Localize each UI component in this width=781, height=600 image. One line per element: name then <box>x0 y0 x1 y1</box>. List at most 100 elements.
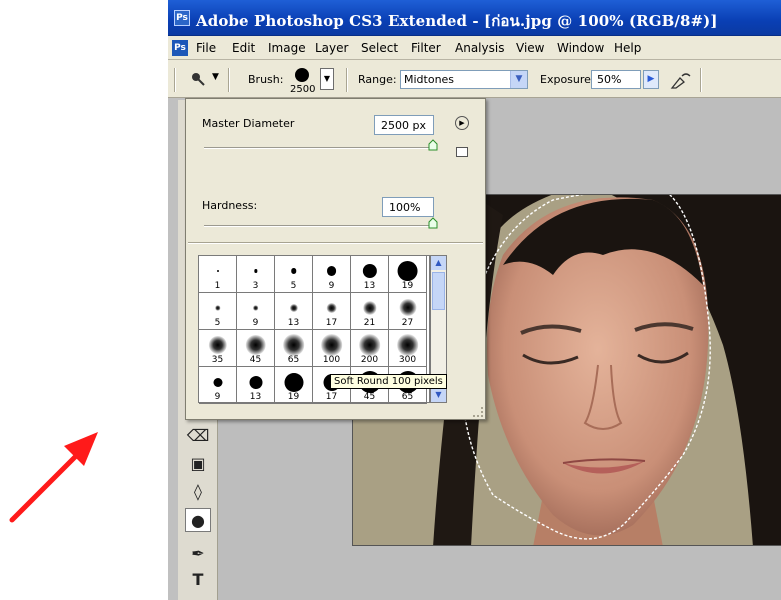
brush-preset-cell[interactable]: 65 <box>275 330 313 367</box>
pen-tool-icon[interactable]: ✒ <box>185 542 211 566</box>
brush-tip-preview <box>249 375 262 389</box>
scroll-up-icon[interactable]: ▲ <box>431 256 446 270</box>
new-preset-icon[interactable] <box>456 147 468 157</box>
menu-window[interactable]: Window <box>557 41 604 55</box>
brush-preset-cell[interactable]: 9 <box>199 367 237 404</box>
brush-tooltip: Soft Round 100 pixels <box>330 374 447 389</box>
menu-edit[interactable]: Edit <box>232 41 255 55</box>
brush-preset-cell[interactable]: 5 <box>275 256 313 293</box>
brush-preset-size: 5 <box>214 318 221 328</box>
menu-filter[interactable]: Filter <box>411 41 441 55</box>
separator <box>228 68 230 92</box>
menu-layer[interactable]: Layer <box>315 41 348 55</box>
blur-tool-icon[interactable]: ◊ <box>185 480 211 504</box>
brush-preset-cell[interactable]: 300 <box>389 330 427 367</box>
type-tool-icon[interactable]: T <box>185 568 211 592</box>
brush-size-label: 2500 <box>290 84 316 95</box>
brush-tip-preview <box>397 260 418 282</box>
brush-preset-cell[interactable]: 5 <box>199 293 237 330</box>
brush-preset-cell[interactable]: 19 <box>389 256 427 293</box>
brush-tip-preview <box>358 334 381 356</box>
brush-preset-cell[interactable]: 9 <box>237 293 275 330</box>
exposure-label: Exposure: <box>540 73 595 86</box>
brush-tip-preview <box>396 334 419 356</box>
brush-preset-cell[interactable]: 45 <box>237 330 275 367</box>
brush-tip-preview <box>290 268 297 274</box>
brush-tip-preview <box>252 305 259 311</box>
brush-tip-preview <box>253 269 258 273</box>
scroll-down-icon[interactable]: ▼ <box>431 388 446 402</box>
photoshop-app-icon: Ps <box>174 10 190 26</box>
brush-tip-preview <box>326 266 337 276</box>
brush-tip-preview <box>362 263 377 279</box>
brush-preset-cell[interactable]: 19 <box>275 367 313 404</box>
brush-preset-cell[interactable]: 35 <box>199 330 237 367</box>
brush-preset-size: 1 <box>214 281 221 291</box>
options-grip <box>174 68 176 92</box>
brush-preset-size: 45 <box>363 392 376 402</box>
brush-preset-size: 17 <box>325 392 338 402</box>
menu-file[interactable]: File <box>196 41 216 55</box>
brush-tip-preview <box>245 334 266 356</box>
master-diameter-label: Master Diameter <box>202 117 295 130</box>
hardness-label: Hardness: <box>202 199 258 212</box>
separator <box>346 68 348 92</box>
exposure-field[interactable]: 50% <box>591 70 641 89</box>
brush-preset-size: 9 <box>214 392 221 402</box>
brush-tip-preview <box>216 270 219 272</box>
gradient-tool-icon[interactable]: ▣ <box>185 452 211 476</box>
menu-bar: Ps File Edit Image Layer Select Filter A… <box>168 36 781 60</box>
airbrush-icon[interactable] <box>670 70 692 90</box>
brush-preset-size: 5 <box>290 281 297 291</box>
resize-grip-icon[interactable] <box>473 407 483 417</box>
tool-preset-arrow-icon[interactable]: ▼ <box>212 72 219 82</box>
brush-preset-cell[interactable]: 13 <box>237 367 275 404</box>
brush-tip-preview <box>320 334 343 356</box>
brush-preset-size: 200 <box>360 355 379 365</box>
range-select[interactable]: Midtones ▼ <box>400 70 528 89</box>
options-bar: ▼ Brush: 2500 ▼ Range: Midtones ▼ Exposu… <box>168 60 781 98</box>
brush-preset-cell[interactable]: 27 <box>389 293 427 330</box>
hardness-slider-thumb[interactable] <box>428 217 438 229</box>
menu-image[interactable]: Image <box>268 41 306 55</box>
menu-help[interactable]: Help <box>614 41 641 55</box>
brush-preset-size: 9 <box>328 281 335 291</box>
brush-preset-cell[interactable]: 17 <box>313 293 351 330</box>
brush-preview-dot[interactable] <box>295 68 309 82</box>
brush-preset-cell[interactable]: 3 <box>237 256 275 293</box>
brush-label: Brush: <box>248 73 284 86</box>
brush-tip-preview <box>326 302 337 314</box>
document-icon[interactable]: Ps <box>172 40 188 56</box>
scroll-thumb[interactable] <box>432 272 445 310</box>
title-bar: Ps Adobe Photoshop CS3 Extended - [ก่อน.… <box>168 0 781 36</box>
range-select-value: Midtones <box>404 73 455 86</box>
brush-preset-size: 21 <box>363 318 376 328</box>
master-diameter-field[interactable]: 2500 px <box>374 115 434 135</box>
master-diameter-slider-thumb[interactable] <box>428 139 438 151</box>
eraser-tool-icon[interactable]: ⌫ <box>185 424 211 448</box>
range-label: Range: <box>358 73 397 86</box>
hardness-field[interactable]: 100% <box>382 197 434 217</box>
menu-analysis[interactable]: Analysis <box>455 41 504 55</box>
brush-picker-dropdown-button[interactable]: ▼ <box>320 68 334 90</box>
brush-preset-size: 65 <box>401 392 414 402</box>
menu-view[interactable]: View <box>516 41 544 55</box>
burn-tool-icon[interactable] <box>190 71 210 89</box>
brush-preset-cell[interactable]: 1 <box>199 256 237 293</box>
brush-preset-cell[interactable]: 13 <box>275 293 313 330</box>
burn-tool-active-icon[interactable]: ● <box>185 508 211 532</box>
brush-preset-cell[interactable]: 9 <box>313 256 351 293</box>
exposure-slider-arrow-icon[interactable]: ▶ <box>643 70 659 89</box>
brush-preset-cell[interactable]: 13 <box>351 256 389 293</box>
brush-tip-preview <box>289 303 298 313</box>
brush-preset-cell[interactable]: 21 <box>351 293 389 330</box>
brush-preset-cell[interactable]: 100 <box>313 330 351 367</box>
chevron-down-icon[interactable]: ▼ <box>510 71 527 88</box>
master-diameter-slider[interactable] <box>204 147 434 149</box>
brush-tip-preview <box>213 377 222 387</box>
panel-divider <box>188 242 483 244</box>
hardness-slider[interactable] <box>204 225 434 227</box>
brush-preset-cell[interactable]: 200 <box>351 330 389 367</box>
panel-menu-arrow-icon[interactable]: ▶ <box>455 116 469 130</box>
menu-select[interactable]: Select <box>361 41 398 55</box>
